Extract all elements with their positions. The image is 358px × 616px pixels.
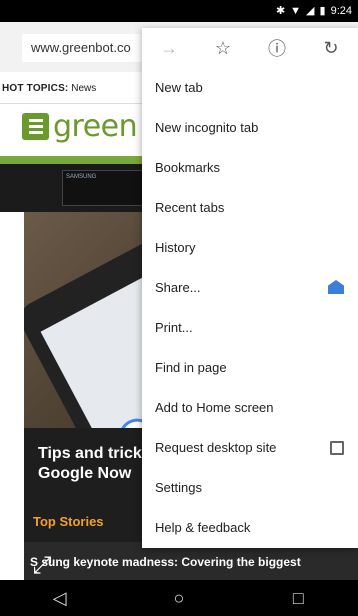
back-icon[interactable]: ◁	[40, 588, 80, 609]
menu-item-share[interactable]: Share...	[142, 268, 358, 308]
star-icon[interactable]: ☆	[196, 38, 250, 59]
home-icon[interactable]: ○	[159, 588, 199, 609]
site-logo[interactable]: green	[22, 108, 138, 144]
bluetooth-icon: ✱	[275, 4, 286, 17]
menu-item-new-incognito-tab[interactable]: New incognito tab	[142, 108, 358, 148]
menu-item-share-label: Share...	[155, 280, 201, 295]
menu-item-print[interactable]: Print...	[142, 308, 358, 348]
menu-item-recent-tabs[interactable]: Recent tabs	[142, 188, 358, 228]
share-app-icon[interactable]	[328, 280, 344, 294]
overflow-menu: → ☆ ⓘ ↻ New tab New incognito tab Bookma…	[142, 28, 358, 548]
menu-item-settings[interactable]: Settings	[142, 468, 358, 508]
recents-icon[interactable]: □	[278, 588, 318, 609]
logo-icon	[22, 112, 49, 140]
battery-icon: ▮	[319, 4, 326, 17]
menu-item-request-desktop-label: Request desktop site	[155, 440, 277, 455]
menu-item-bookmarks[interactable]: Bookmarks	[142, 148, 358, 188]
menu-item-add-to-home[interactable]: Add to Home screen	[142, 388, 358, 428]
logo-text: green	[53, 108, 138, 144]
headline-text[interactable]: S sung keynote madness: Covering the big…	[30, 555, 301, 569]
menu-item-new-tab[interactable]: New tab	[142, 68, 358, 108]
hot-topic-news[interactable]: News	[71, 83, 96, 94]
wifi-icon: ▼	[290, 4, 302, 17]
hot-topics-label: HOT TOPICS:	[2, 83, 69, 94]
article-title[interactable]: Tips and trick Google Now	[38, 444, 142, 484]
refresh-icon[interactable]: ↻	[304, 38, 358, 59]
android-nav-bar: ◁ ○ □	[0, 580, 358, 616]
request-desktop-checkbox[interactable]	[330, 441, 344, 455]
ad-brand: SAMSUNG	[66, 174, 97, 180]
menu-item-find-in-page[interactable]: Find in page	[142, 348, 358, 388]
status-bar: ✱ ▼ ◢ ▮ 9:24	[0, 0, 358, 22]
menu-icon-row: → ☆ ⓘ ↻	[142, 28, 358, 68]
info-icon[interactable]: ⓘ	[250, 35, 304, 61]
menu-item-help-feedback[interactable]: Help & feedback	[142, 508, 358, 548]
menu-item-request-desktop[interactable]: Request desktop site	[142, 428, 358, 468]
status-time: 9:24	[330, 5, 352, 17]
menu-item-history[interactable]: History	[142, 228, 358, 268]
fullscreen-icon[interactable]: ⤢	[24, 548, 60, 584]
top-stories-label: Top Stories	[33, 514, 104, 529]
forward-icon[interactable]: →	[142, 38, 196, 59]
signal-icon: ◢	[306, 4, 315, 17]
